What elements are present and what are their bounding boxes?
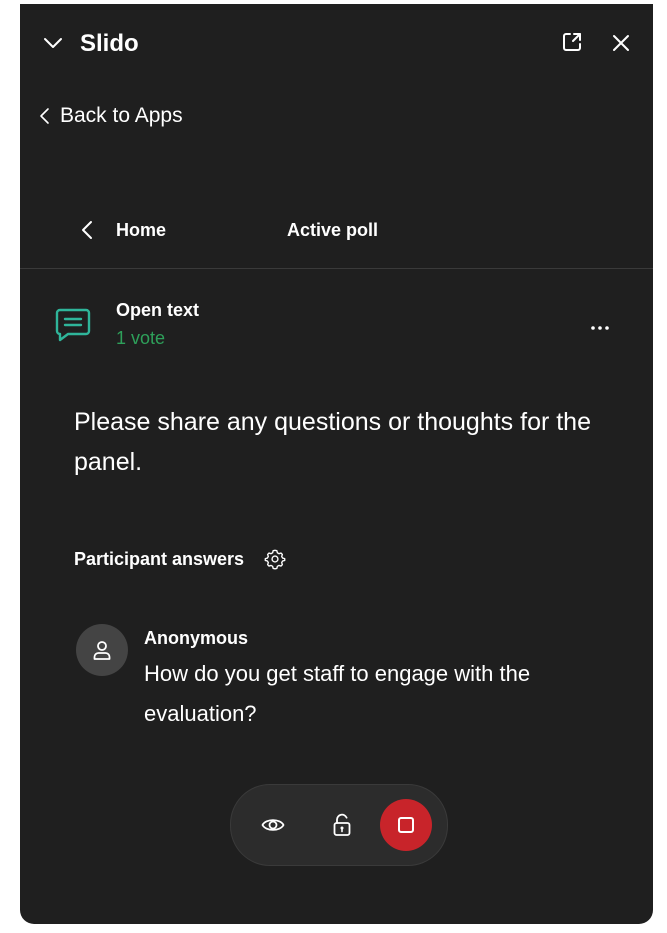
- nav-home[interactable]: Home: [116, 220, 166, 241]
- avatar: [76, 624, 128, 676]
- poll-type-label: Open text: [116, 300, 200, 320]
- stop-icon: [398, 817, 414, 833]
- poll-question: Please share any questions or thoughts f…: [74, 408, 591, 476]
- poll-navbar: Home Active poll: [20, 200, 653, 269]
- poll-controls: [230, 784, 448, 866]
- participant-answers-label: Participant answers: [74, 548, 245, 569]
- eye-icon[interactable]: [261, 814, 285, 836]
- chevron-down-icon[interactable]: [42, 32, 64, 54]
- stop-poll-button[interactable]: [380, 799, 432, 851]
- participant-answers-header: Participant answers: [74, 548, 286, 570]
- popout-icon[interactable]: [560, 30, 584, 54]
- answer-author: Anonymous: [144, 628, 249, 648]
- slido-panel: Slido Back to Apps Home Active poll Open…: [20, 4, 653, 924]
- nav-active-poll: Active poll: [287, 220, 379, 240]
- message-lines-icon: [55, 308, 91, 342]
- chevron-left-icon: [40, 108, 49, 124]
- back-to-apps-label: Back to Apps: [60, 104, 183, 127]
- poll-vote-count: 1 vote: [116, 328, 166, 348]
- nav-back-icon[interactable]: [78, 219, 96, 241]
- more-options-icon[interactable]: [588, 322, 612, 334]
- title-bar: Slido: [20, 4, 653, 84]
- back-to-apps-link[interactable]: Back to Apps: [38, 102, 183, 130]
- gear-icon[interactable]: [264, 548, 286, 570]
- close-icon[interactable]: [610, 32, 632, 54]
- unlock-icon[interactable]: [332, 813, 352, 837]
- app-title: Slido: [80, 30, 139, 57]
- answer-text: How do you get staff to engage with the …: [144, 661, 531, 726]
- user-icon: [93, 641, 111, 660]
